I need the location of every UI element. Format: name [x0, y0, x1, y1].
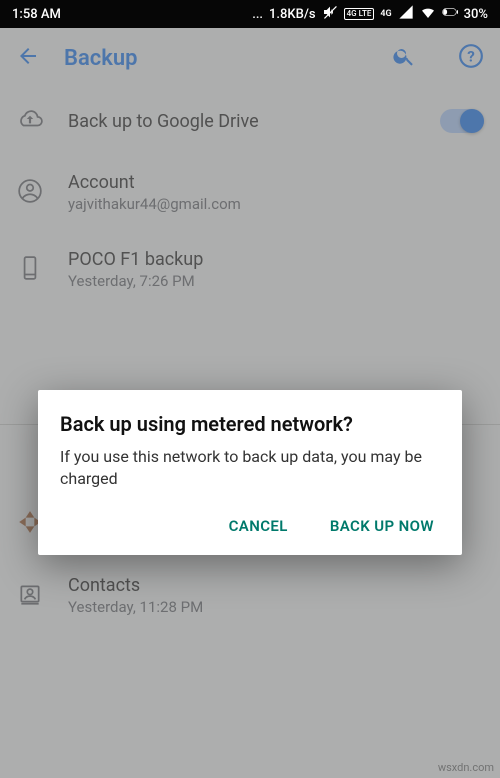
dialog-body: If you use this network to back up data,…	[60, 446, 440, 489]
row-device-backup[interactable]: POCO F1 backup Yesterday, 7:26 PM	[0, 231, 500, 308]
row-title: Account	[68, 172, 484, 193]
status-bar: 1:58 AM ... 1.8KB/s 4G LTE 4G 30%	[0, 0, 500, 28]
cloud-upload-icon	[17, 106, 43, 136]
backup-now-button[interactable]: BACK UP NOW	[324, 509, 440, 543]
watermark: wsxdn.com	[438, 761, 494, 774]
status-time: 1:58 AM	[12, 7, 61, 22]
row-title: POCO F1 backup	[68, 249, 484, 270]
signal-icon	[398, 4, 414, 24]
row-subtitle: yajvithakur44@gmail.com	[68, 195, 484, 213]
row-contacts[interactable]: Contacts Yesterday, 11:28 PM	[0, 557, 500, 634]
app-bar: Backup ?	[0, 28, 500, 88]
row-title: Contacts	[68, 575, 484, 596]
wifi-icon	[420, 4, 436, 24]
status-network-dots: ...	[252, 7, 263, 22]
row-subtitle: Yesterday, 7:26 PM	[68, 272, 484, 290]
lte-badge: 4G LTE	[344, 8, 375, 20]
row-subtitle: Yesterday, 11:28 PM	[68, 598, 484, 616]
account-icon	[17, 178, 43, 208]
row-backup-to-drive[interactable]: Back up to Google Drive	[0, 88, 500, 154]
metered-network-dialog: Back up using metered network? If you us…	[38, 390, 462, 555]
back-button[interactable]	[16, 44, 40, 72]
cancel-button[interactable]: CANCEL	[223, 509, 294, 543]
dialog-title: Back up using metered network?	[60, 412, 440, 436]
battery-percent: 30%	[464, 7, 488, 22]
page-title: Backup	[64, 46, 138, 71]
help-button[interactable]: ?	[458, 43, 484, 73]
battery-icon	[442, 4, 458, 24]
svg-text:?: ?	[467, 47, 475, 65]
phone-icon	[17, 255, 43, 285]
row-account[interactable]: Account yajvithakur44@gmail.com	[0, 154, 500, 231]
search-button[interactable]	[392, 44, 416, 72]
mute-icon	[322, 4, 338, 24]
backup-toggle[interactable]	[440, 109, 484, 133]
contacts-icon	[17, 581, 43, 611]
row-title: Back up to Google Drive	[68, 111, 416, 132]
status-data-rate: 1.8KB/s	[269, 7, 316, 22]
signal-4g-icon: 4G	[380, 9, 391, 19]
